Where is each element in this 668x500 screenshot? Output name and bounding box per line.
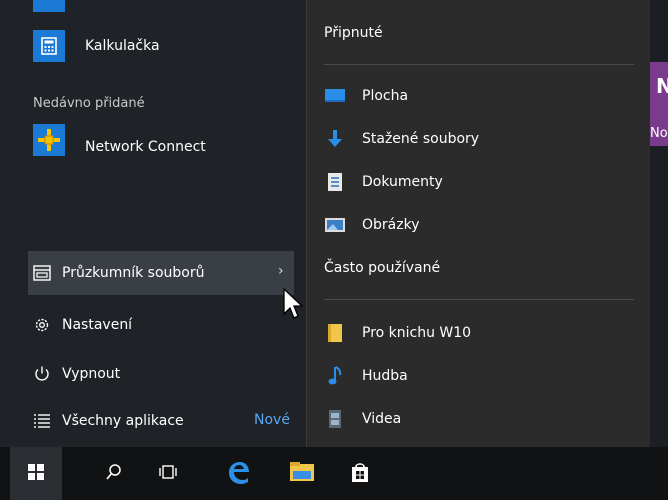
desktop-icon	[323, 84, 347, 108]
download-icon	[323, 127, 347, 151]
power-icon	[32, 364, 52, 384]
pinned-header: Připnuté	[324, 25, 383, 41]
network-connect-icon[interactable]	[33, 124, 65, 156]
divider	[324, 64, 634, 65]
file-explorer-icon	[32, 263, 52, 283]
search-button[interactable]	[88, 447, 140, 500]
music-icon	[323, 364, 347, 388]
pictures-icon	[323, 213, 347, 237]
jump-item-label: Obrázky	[362, 217, 420, 233]
folder-icon	[323, 321, 347, 345]
task-view-button[interactable]	[142, 447, 194, 500]
partial-app-icon[interactable]	[33, 0, 65, 12]
onenote-tile-letter: N	[656, 74, 668, 98]
start-button[interactable]	[10, 447, 62, 500]
jump-item-label: Videa	[362, 411, 402, 427]
store-icon	[350, 461, 370, 487]
jump-item-desktop[interactable]: Plocha	[307, 76, 650, 116]
document-icon	[323, 170, 347, 194]
jump-item-label: Pro knichu W10	[362, 325, 472, 341]
taskbar	[0, 447, 668, 500]
file-explorer-button[interactable]	[276, 447, 328, 500]
task-view-icon	[158, 464, 178, 484]
edge-button[interactable]	[212, 447, 264, 500]
jump-item-documents[interactable]: Dokumenty	[307, 162, 650, 202]
file-explorer-label: Průzkumník souborů	[62, 265, 205, 281]
settings-label: Nastavení	[62, 317, 133, 333]
jump-item-label: Dokumenty	[362, 174, 443, 190]
jump-item-pictures[interactable]: Obrázky	[307, 205, 650, 245]
store-button[interactable]	[334, 447, 386, 500]
start-menu-left-panel: Kalkulačka Nedávno přidané Network Conne…	[0, 0, 306, 447]
all-apps-label: Všechny aplikace	[62, 413, 184, 429]
power-menu-item[interactable]: Vypnout	[28, 352, 294, 396]
frequent-header: Často používané	[324, 260, 441, 276]
app-label-calculator[interactable]: Kalkulačka	[85, 38, 160, 54]
search-icon	[105, 463, 123, 485]
video-icon	[323, 407, 347, 431]
recent-header: Nedávno přidané	[33, 96, 145, 111]
all-apps-menu-item[interactable]: Všechny aplikace Nové	[28, 399, 294, 443]
jump-item-downloads[interactable]: Stažené soubory	[307, 119, 650, 159]
power-label: Vypnout	[62, 366, 121, 382]
new-badge: Nové	[254, 412, 290, 428]
file-explorer-menu-item[interactable]: Průzkumník souborů ›	[28, 251, 294, 295]
jump-item-label: Hudba	[362, 368, 408, 384]
jump-item-label: Plocha	[362, 88, 409, 104]
start-icon	[28, 463, 44, 484]
settings-menu-item[interactable]: Nastavení	[28, 303, 294, 347]
gear-icon	[32, 315, 52, 335]
file-explorer-icon	[289, 461, 315, 487]
calculator-icon[interactable]	[33, 30, 65, 62]
onenote-tile-label: No	[650, 126, 668, 141]
mouse-cursor	[282, 287, 304, 320]
chevron-right-icon[interactable]: ›	[278, 263, 284, 279]
jump-item-videos[interactable]: Videa	[307, 399, 650, 439]
jump-item-pro-knichu[interactable]: Pro knichu W10	[307, 313, 650, 353]
onenote-tile[interactable]: N No	[650, 62, 668, 146]
jump-item-label: Stažené soubory	[362, 131, 480, 147]
file-explorer-jump-list: Připnuté Plocha Stažené soubory Dokument…	[306, 0, 650, 447]
edge-icon	[225, 459, 251, 489]
all-apps-list-icon	[32, 411, 52, 431]
divider	[324, 299, 634, 300]
jump-item-music[interactable]: Hudba	[307, 356, 650, 396]
app-label-network-connect[interactable]: Network Connect	[85, 139, 206, 155]
